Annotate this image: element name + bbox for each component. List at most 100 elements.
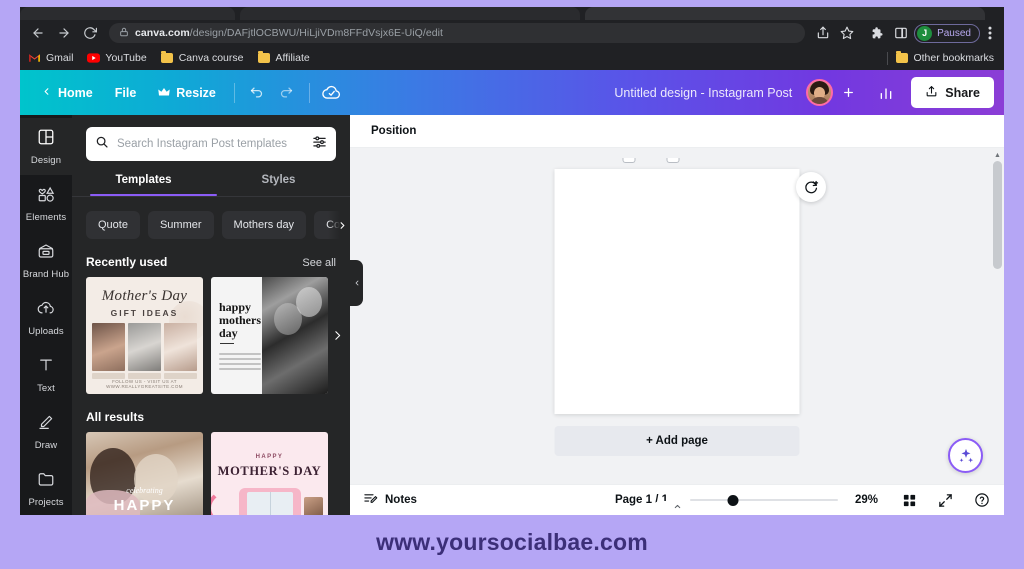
filter-sliders-icon[interactable] [312,134,327,154]
zoom-slider-knob[interactable] [727,494,739,506]
sidebar-item-design[interactable]: Design [20,118,72,175]
browser-tab[interactable] [585,7,985,20]
folder-icon [161,51,174,65]
bookmark-youtube[interactable]: YouTube [87,52,147,65]
profile-status-pill[interactable]: J Paused [914,23,980,43]
sidebar-item-uploads[interactable]: Uploads [20,289,72,346]
sidebar-label: Text [37,382,55,394]
profile-avatar: J [917,25,933,41]
page-handle[interactable] [622,158,636,163]
insights-button[interactable] [871,78,901,108]
brand-hub-icon [37,242,55,265]
browser-tab-active[interactable] [20,7,235,20]
forward-arrow-icon[interactable] [52,21,76,45]
chevron-left-icon [41,86,52,100]
panel-collapse-handle[interactable] [350,260,363,306]
search-icon [95,135,109,154]
design-page[interactable] [554,158,800,414]
tab-styles[interactable]: Styles [211,174,346,196]
reload-icon[interactable] [78,21,102,45]
notes-button[interactable]: Notes [363,491,417,509]
side-panel-icon[interactable] [890,22,912,44]
bookmark-label: Affiliate [275,52,310,64]
undo-button[interactable] [242,78,272,108]
vscroll-thumb[interactable] [993,161,1002,269]
vscroll-track[interactable] [992,161,1003,488]
recently-used-header: Recently used See all [72,239,350,277]
thumb-footer: FOLLOW US - VISIT US AT WWW.REALLYGREATS… [106,379,183,389]
file-button[interactable]: File [104,78,148,108]
back-arrow-icon[interactable] [26,21,50,45]
canvas-area[interactable]: + Add page ▲ ▼ ◀ [350,148,1004,515]
section-title: Recently used [86,255,168,269]
gmail-icon [28,52,41,65]
upload-icon [925,85,938,101]
sidebar-item-brand-hub[interactable]: Brand Hub [20,232,72,289]
document-title[interactable]: Untitled design - Instagram Post [614,86,792,100]
zoom-percent-label[interactable]: 29% [855,494,883,506]
bookmark-affiliate[interactable]: Affiliate [257,51,310,65]
sidebar-item-projects[interactable]: Projects [20,460,72,515]
sidebar-label: Brand Hub [22,268,70,280]
sidebar-item-draw[interactable]: Draw [20,403,72,460]
browser-tab[interactable] [240,7,580,20]
chip-summer[interactable]: Summer [147,211,214,239]
tab-templates[interactable]: Templates [76,174,211,196]
zoom-slider[interactable] [690,493,838,507]
timeline-expand-handle[interactable] [653,501,701,515]
scroll-up-icon[interactable]: ▲ [994,150,1001,161]
grid-view-icon[interactable] [900,491,919,510]
star-icon[interactable] [836,22,858,44]
thumb-title: happy mothers day [219,300,261,340]
redo-button[interactable] [272,78,302,108]
share-label: Share [945,85,980,100]
thumbs-next-chevron-right-icon[interactable] [328,321,346,349]
help-question-icon[interactable] [972,491,991,510]
template-thumbnail[interactable]: celebrating HAPPY [86,432,203,515]
divider [233,82,235,103]
template-thumbnail[interactable]: Mother's Day GIFT IDEAS FOLLOW US - VISI… [86,277,203,394]
zoom-slider-track [690,499,838,501]
sidebar-item-text[interactable]: Text [20,346,72,403]
add-collaborator-button[interactable] [835,80,861,106]
see-all-link[interactable]: See all [302,257,336,269]
three-dot-menu-icon[interactable] [982,22,998,44]
sidebar-label: Projects [28,496,64,508]
watermark-text: www.yoursocialbae.com [376,528,648,555]
browser-tab-strip [0,0,1024,20]
sidebar-label: Uploads [28,325,64,337]
add-page-button[interactable]: + Add page [554,426,800,456]
thumb-title: MOTHER'S DAY [217,464,322,478]
left-rail: Design Elements Brand Hub Uploads Text D… [20,115,72,515]
page-handle[interactable] [666,158,680,163]
other-bookmarks-button[interactable]: Other bookmarks [895,51,994,65]
template-thumbnail[interactable]: HAPPY MOTHER'S DAY [211,432,328,515]
avatar[interactable] [806,79,834,106]
chips-next-chevron-right-icon[interactable] [328,211,350,239]
search-box[interactable] [86,127,336,161]
address-bar[interactable]: canva.com/design/DAFjtlOCBWU/HiLjiVDm8FF… [109,23,806,43]
animate-rotate-icon[interactable] [796,172,826,202]
screen-root: canva.com/design/DAFjtlOCBWU/HiLjiVDm8FF… [0,0,1024,569]
thumb-script: celebrating [126,486,163,495]
fullscreen-icon[interactable] [936,491,955,510]
position-button[interactable]: Position [364,120,423,142]
template-thumbnail[interactable]: happy mothers day [211,277,328,394]
bookmark-canva-course[interactable]: Canva course [161,51,243,65]
share-icon[interactable] [812,22,834,44]
uploads-cloud-icon [37,299,55,322]
sidebar-label: Draw [34,439,58,451]
canvas-vertical-scrollbar[interactable]: ▲ ▼ [992,150,1003,499]
puzzle-icon[interactable] [866,22,888,44]
chip-quote[interactable]: Quote [86,211,140,239]
search-input[interactable] [117,138,304,150]
other-bookmarks-label: Other bookmarks [913,52,994,64]
share-button[interactable]: Share [911,77,994,108]
resize-button[interactable]: Resize [147,78,227,108]
chip-mothers-day[interactable]: Mothers day [221,211,307,239]
sidebar-item-elements[interactable]: Elements [20,175,72,232]
cloud-saved-icon[interactable] [317,78,347,108]
home-button[interactable]: Home [30,78,104,108]
bookmark-gmail[interactable]: Gmail [28,52,73,65]
magic-sparkle-icon[interactable] [948,438,983,473]
